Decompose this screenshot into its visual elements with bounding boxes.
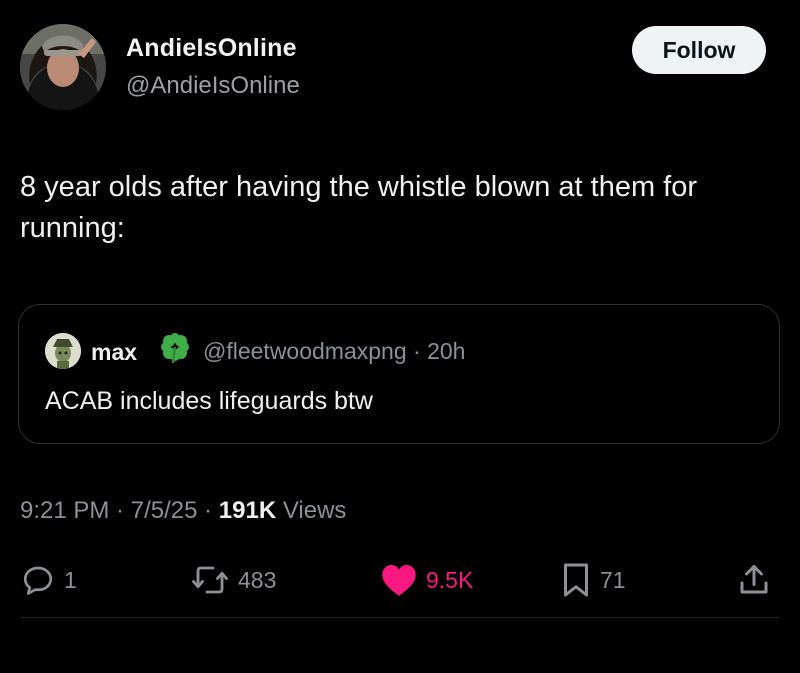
like-count: 9.5K xyxy=(426,566,474,593)
tweet-text: 8 year olds after having the whistle blo… xyxy=(20,171,698,244)
meta-separator: · xyxy=(197,497,219,524)
author-handle[interactable]: @AndieIsOnline xyxy=(126,72,300,100)
author-avatar[interactable] xyxy=(20,24,106,110)
meta-separator: · xyxy=(109,497,131,524)
share-button[interactable] xyxy=(736,562,772,598)
quoted-tweet-text: ACAB includes lifeguards btw xyxy=(45,387,373,415)
quoted-tweet[interactable]: max @fleetwoodmaxpng · 20h ACAB includes… xyxy=(18,304,780,444)
reply-button[interactable]: 1 xyxy=(20,562,77,598)
retweet-count: 483 xyxy=(238,566,277,593)
like-button[interactable]: 9.5K xyxy=(380,562,473,598)
quoted-author-name[interactable]: max xyxy=(91,339,137,366)
bookmark-button[interactable]: 71 xyxy=(560,562,626,598)
tweet-time[interactable]: 9:21 PM xyxy=(20,497,109,524)
reply-count: 1 xyxy=(64,566,77,593)
four-leaf-clover-icon xyxy=(157,329,193,365)
views-label: Views xyxy=(276,497,347,524)
follow-button[interactable]: Follow xyxy=(632,26,766,74)
share-icon xyxy=(740,565,768,594)
quoted-handle-time[interactable]: @fleetwoodmaxpng · 20h xyxy=(203,338,465,365)
tweet-date[interactable]: 7/5/25 xyxy=(131,497,198,524)
retweet-icon xyxy=(192,566,228,594)
reply-icon xyxy=(23,566,53,595)
quoted-author-avatar[interactable] xyxy=(45,333,81,369)
retweet-button[interactable]: 483 xyxy=(190,562,276,598)
bookmark-count: 71 xyxy=(600,566,626,593)
views-count: 191K xyxy=(218,497,277,524)
author-display-name[interactable]: AndieIsOnline xyxy=(126,34,297,63)
heart-icon xyxy=(382,564,416,596)
bookmark-icon xyxy=(564,563,588,597)
tweet-meta: 9:21 PM · 7/5/25 · 191K Views xyxy=(20,497,346,525)
divider xyxy=(20,617,780,618)
